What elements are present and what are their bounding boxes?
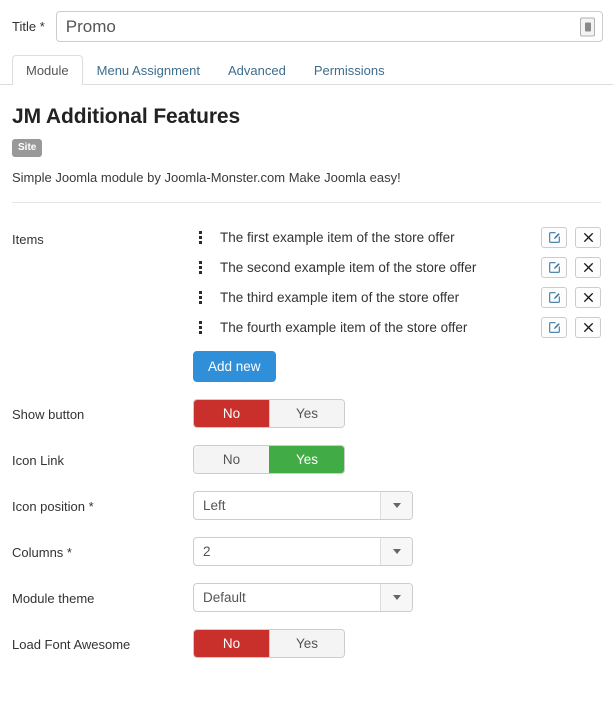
close-x-icon[interactable] [575, 227, 601, 248]
show-button-option-yes[interactable]: Yes [269, 400, 344, 427]
close-x-icon[interactable] [575, 317, 601, 338]
load-font-awesome-option-no[interactable]: No [194, 630, 269, 657]
icon-position-row: Icon position * Left [0, 491, 613, 520]
drag-dots-vertical-icon[interactable] [193, 291, 207, 304]
title-field-row: Title * [0, 0, 613, 42]
show-button-option-no[interactable]: No [194, 400, 269, 427]
drag-dots-vertical-icon[interactable] [193, 321, 207, 334]
close-x-icon[interactable] [575, 257, 601, 278]
tab-menu-assignment[interactable]: Menu Assignment [83, 55, 214, 85]
icon-link-label: Icon Link [12, 453, 65, 468]
list-item-label: The fourth example item of the store off… [220, 320, 468, 335]
show-button-label: Show button [12, 407, 85, 422]
chevron-down-icon[interactable] [380, 538, 412, 565]
columns-label: Columns * [12, 545, 72, 560]
chevron-down-icon[interactable] [380, 584, 412, 611]
pencil-square-icon[interactable] [541, 317, 567, 338]
load-font-awesome-row: Load Font Awesome No Yes [0, 629, 613, 658]
tab-permissions[interactable]: Permissions [300, 55, 399, 85]
article-picker-icon[interactable] [580, 17, 595, 36]
list-item: The first example item of the store offe… [193, 224, 601, 251]
list-item-actions [541, 317, 601, 338]
list-item: The second example item of the store off… [193, 254, 601, 281]
icon-position-value: Left [203, 498, 226, 513]
title-input-wrap [55, 11, 603, 42]
section-divider [12, 202, 601, 203]
list-item: The third example item of the store offe… [193, 284, 601, 311]
list-item-label: The second example item of the store off… [220, 260, 477, 275]
columns-select[interactable]: 2 [193, 537, 413, 566]
load-font-awesome-label: Load Font Awesome [12, 637, 131, 652]
add-new-button[interactable]: Add new [193, 351, 276, 382]
columns-value: 2 [203, 544, 211, 559]
items-label: Items [12, 232, 44, 247]
module-theme-value: Default [203, 590, 246, 605]
load-font-awesome-toggle: No Yes [193, 629, 345, 658]
page-title: JM Additional Features [12, 105, 241, 128]
list-item-label: The third example item of the store offe… [220, 290, 460, 305]
items-field-row: Items The first example item of the stor… [0, 224, 613, 382]
list-item-actions [541, 227, 601, 248]
list-item-actions [541, 257, 601, 278]
show-button-toggle: No Yes [193, 399, 345, 428]
close-x-icon[interactable] [575, 287, 601, 308]
pencil-square-icon[interactable] [541, 227, 567, 248]
module-description: Simple Joomla module by Joomla-Monster.c… [12, 170, 401, 185]
list-item-actions [541, 287, 601, 308]
list-item-label: The first example item of the store offe… [220, 230, 455, 245]
title-label: Title * [12, 19, 45, 34]
status-badge: Site [12, 139, 43, 157]
list-item: The fourth example item of the store off… [193, 314, 601, 341]
icon-position-label: Icon position * [12, 499, 94, 514]
tab-bar: Module Menu Assignment Advanced Permissi… [0, 55, 613, 85]
module-header: JM Additional Features Site Simple Jooml… [0, 105, 613, 185]
module-theme-row: Module theme Default [0, 583, 613, 612]
icon-link-option-yes[interactable]: Yes [269, 446, 344, 473]
drag-dots-vertical-icon[interactable] [193, 231, 207, 244]
tab-module[interactable]: Module [12, 55, 83, 85]
icon-link-toggle: No Yes [193, 445, 345, 474]
columns-row: Columns * 2 [0, 537, 613, 566]
module-theme-select[interactable]: Default [193, 583, 413, 612]
icon-position-select[interactable]: Left [193, 491, 413, 520]
tab-advanced[interactable]: Advanced [214, 55, 300, 85]
drag-dots-vertical-icon[interactable] [193, 261, 207, 274]
title-input[interactable] [55, 11, 603, 42]
items-list: The first example item of the store offe… [193, 224, 601, 382]
icon-link-row: Icon Link No Yes [0, 445, 613, 474]
icon-link-option-no[interactable]: No [194, 446, 269, 473]
pencil-square-icon[interactable] [541, 257, 567, 278]
pencil-square-icon[interactable] [541, 287, 567, 308]
load-font-awesome-option-yes[interactable]: Yes [269, 630, 344, 657]
module-theme-label: Module theme [12, 591, 95, 606]
show-button-row: Show button No Yes [0, 399, 613, 428]
chevron-down-icon[interactable] [380, 492, 412, 519]
